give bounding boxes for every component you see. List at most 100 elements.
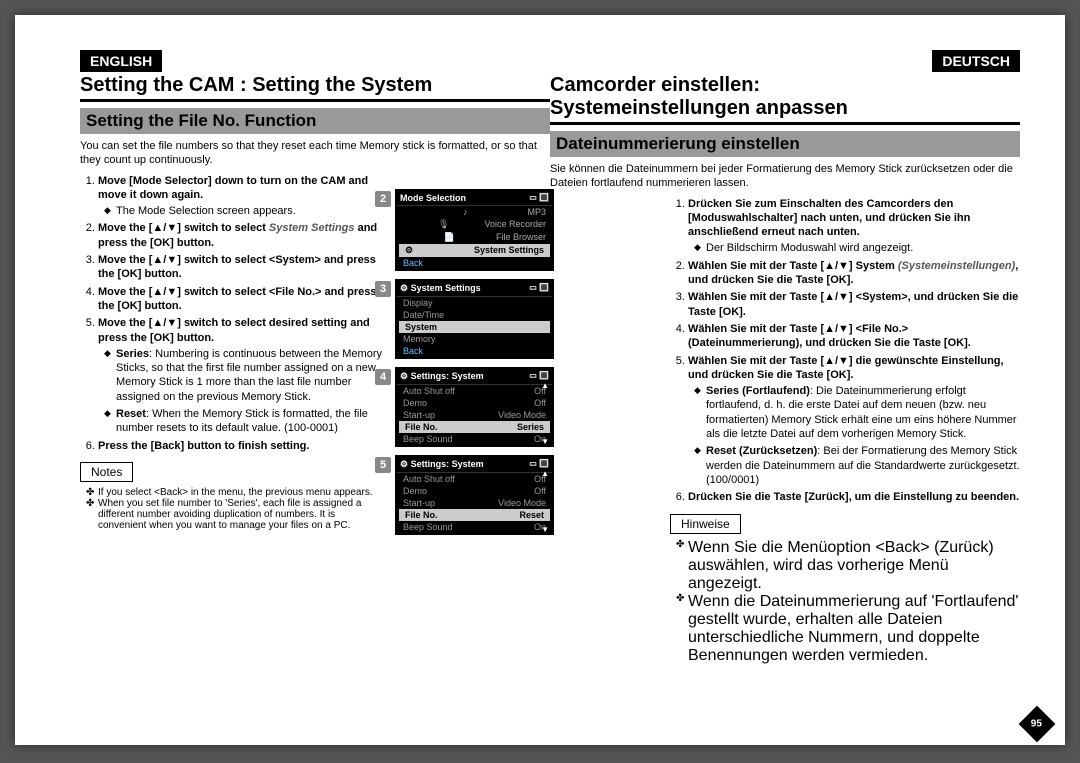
step-4-right: Wählen Sie mit der Taste [▲/▼] <File No.…: [688, 323, 971, 349]
s5-demo-r: Off: [534, 486, 546, 496]
notes-right: Wenn Sie die Menüoption <Back> (Zurück) …: [676, 539, 1020, 665]
down-icon: ▼: [541, 437, 549, 446]
s5-autoshut-l: Auto Shut off: [403, 474, 455, 484]
down-icon: ▼: [541, 525, 549, 534]
lang-badge-english: ENGLISH: [80, 50, 162, 72]
page-number: 95: [1031, 719, 1042, 730]
step-4-left: Move the [▲/▼] switch to select <File No…: [98, 286, 377, 312]
s5-startup-r: Video Mode: [498, 498, 546, 508]
steps-left: Move [Mode Selector] down to turn on the…: [80, 174, 393, 453]
s4-startup-r: Video Mode: [498, 410, 546, 420]
notes-label-right: Hinweise: [670, 514, 741, 534]
gear-icon: ⚙: [400, 371, 411, 381]
gear-icon: ⚙: [400, 283, 411, 293]
screen-5: 5 ⚙ Settings: System▭ 🔳 Auto Shut offOff…: [395, 455, 554, 535]
step-5-right-reset: Reset (Zurücksetzen): Bei der Formatieru…: [694, 444, 1020, 487]
series-label-de: Series (Fortlaufend): [706, 385, 810, 397]
mp3-icon: [463, 207, 468, 217]
file-icon: 📄: [444, 232, 455, 243]
step-1-right: Drücken Sie zum Einschalten des Camcorde…: [688, 198, 970, 239]
s5-startup-l: Start-up: [403, 498, 435, 508]
notes-left: If you select <Back> in the menu, the pr…: [86, 487, 381, 531]
lcd-screenshots: 2 Mode Selection▭ 🔳 MP3 🎙 Voice Recorder…: [395, 189, 575, 543]
reset-label-de: Reset (Zurücksetzen): [706, 445, 817, 457]
step-2-left-a: Move the [▲/▼] switch to select: [98, 222, 269, 234]
lang-badge-deutsch: DEUTSCH: [932, 50, 1020, 72]
series-label: Series: [116, 348, 149, 360]
screen-num-3: 3: [375, 281, 391, 297]
s4-demo-l: Demo: [403, 398, 427, 408]
subtitle-right: Dateinummerierung einstellen: [550, 131, 1020, 157]
screen-3-back: Back: [397, 345, 552, 357]
intro-left: You can set the file numbers so that the…: [80, 139, 550, 168]
s4-fileno-r: Series: [517, 422, 544, 432]
s4-autoshut-l: Auto Shut off: [403, 386, 455, 396]
reset-label: Reset: [116, 408, 146, 420]
step-5-right-series: Series (Fortlaufend): Die Dateinummerier…: [694, 384, 1020, 441]
intro-right: Sie können die Dateinummern bei jeder Fo…: [550, 162, 1020, 191]
s4-startup-l: Start-up: [403, 410, 435, 420]
step-1-right-sub: Der Bildschirm Moduswahl wird angezeigt.: [694, 241, 1020, 255]
step-1-left: Move [Mode Selector] down to turn on the…: [98, 175, 368, 201]
screen-3-hilite: System: [405, 322, 437, 332]
screen-4-title: Settings: System: [411, 371, 484, 381]
step-1-sub: The Mode Selection screen appears.: [104, 204, 393, 218]
page-title-right: Camcorder einstellen: Systemeinstellunge…: [550, 74, 1020, 125]
step-2-right-a: Wählen Sie mit der Taste [▲/▼] System: [688, 260, 898, 272]
s5-fileno-l: File No.: [405, 510, 438, 520]
screen-2-hilite: System Settings: [474, 245, 544, 256]
screen-num-2: 2: [375, 191, 391, 207]
s5-demo-l: Demo: [403, 486, 427, 496]
s4-fileno-l: File No.: [405, 422, 438, 432]
step-2-right-ital: (Systemeinstellungen): [898, 260, 1015, 272]
step-6-left: Press the [Back] button to finish settin…: [98, 440, 309, 452]
page-title-left: Setting the CAM : Setting the System: [80, 74, 550, 102]
manual-page: ENGLISH Setting the CAM : Setting the Sy…: [15, 15, 1065, 745]
s5-beep-l: Beep Sound: [403, 522, 453, 532]
step-2-left-ital: System Settings: [269, 222, 355, 234]
step-3-left: Move the [▲/▼] switch to select <System>…: [98, 254, 376, 280]
up-icon: ▲: [541, 381, 549, 390]
gear-icon: ⚙: [405, 245, 413, 256]
battery-icon: ▭ 🔳: [529, 283, 549, 294]
screen-3-memory: Memory: [403, 334, 436, 344]
step-5-left: Move the [▲/▼] switch to select desired …: [98, 317, 370, 343]
screen-3-title: System Settings: [411, 283, 481, 293]
gear-icon: ⚙: [400, 459, 411, 469]
title-right-2: Systemeinstellungen anpassen: [550, 97, 848, 119]
up-icon: ▲: [541, 469, 549, 478]
screen-num-4: 4: [375, 369, 391, 385]
battery-icon: ▭ 🔳: [529, 193, 549, 203]
steps-right: Drücken Sie zum Einschalten des Camcorde…: [670, 197, 1020, 505]
s5-fileno-r: Reset: [519, 510, 544, 520]
s4-demo-r: Off: [534, 398, 546, 408]
screen-3-datetime: Date/Time: [403, 310, 444, 320]
screen-2-row-voice: Voice Recorder: [484, 219, 546, 230]
screen-2: 2 Mode Selection▭ 🔳 MP3 🎙 Voice Recorder…: [395, 189, 554, 271]
screen-3-display: Display: [403, 298, 433, 308]
note-1-left: If you select <Back> in the menu, the pr…: [86, 487, 381, 498]
step-5-right: Wählen Sie mit der Taste [▲/▼] die gewün…: [688, 355, 1004, 381]
screen-num-5: 5: [375, 457, 391, 473]
subtitle-left: Setting the File No. Function: [80, 108, 550, 134]
reset-text: : When the Memory Stick is formatted, th…: [116, 408, 368, 434]
step-5-series: Series: Numbering is continuous between …: [104, 347, 393, 404]
screen-2-title: Mode Selection: [400, 193, 466, 203]
screen-3: 3 ⚙ System Settings▭ 🔳 Display Date/Time…: [395, 279, 554, 359]
page-number-badge: 95: [1019, 706, 1056, 743]
screen-2-row-mp3: MP3: [527, 207, 546, 217]
screen-5-title: Settings: System: [411, 459, 484, 469]
column-deutsch: DEUTSCH Camcorder einstellen: Systemeins…: [550, 50, 1020, 667]
title-right-1: Camcorder einstellen:: [550, 74, 760, 96]
screen-2-row-filebrowser: File Browser: [496, 232, 546, 243]
s4-beep-l: Beep Sound: [403, 434, 453, 444]
series-text: : Numbering is continuous between the Me…: [116, 348, 382, 403]
step-3-right: Wählen Sie mit der Taste [▲/▼] <System>,…: [688, 291, 1018, 317]
step-5-reset: Reset: When the Memory Stick is formatte…: [104, 407, 393, 436]
step-6-right: Drücken Sie die Taste [Zurück], um die E…: [688, 491, 1019, 503]
note-2-left: When you set file number to 'Series', ea…: [86, 498, 381, 531]
screen-2-back: Back: [397, 257, 552, 269]
notes-label-left: Notes: [80, 462, 133, 482]
note-1-right: Wenn Sie die Menüoption <Back> (Zurück) …: [676, 539, 1020, 593]
screen-4: 4 ⚙ Settings: System▭ 🔳 Auto Shut offOff…: [395, 367, 554, 447]
